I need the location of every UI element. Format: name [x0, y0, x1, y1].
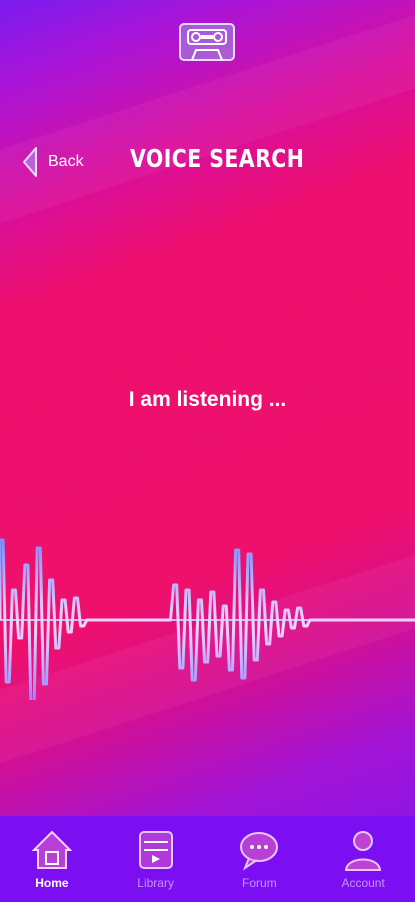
tab-forum[interactable]: Forum	[214, 816, 304, 890]
tab-label: Home	[35, 876, 69, 890]
tab-label: Library	[137, 876, 174, 890]
voice-waveform	[0, 538, 415, 700]
tab-account[interactable]: Account	[318, 816, 408, 890]
listening-status: I am listening ...	[128, 388, 287, 411]
back-button[interactable]: Back	[22, 146, 84, 178]
bottom-tab-bar: Home Library Forum Account	[0, 816, 415, 902]
account-icon	[345, 831, 382, 871]
home-icon	[31, 830, 73, 869]
tab-library[interactable]: Library	[111, 816, 201, 890]
page-title: VOICE SEARCH	[130, 144, 305, 173]
cassette-logo-icon	[179, 23, 235, 61]
tab-label: Account	[341, 876, 385, 890]
tab-home[interactable]: Home	[7, 816, 97, 890]
forum-icon	[240, 832, 279, 871]
library-icon	[138, 831, 173, 869]
back-label: Back	[48, 153, 84, 170]
chevron-left-icon	[23, 147, 37, 177]
tab-label: Forum	[242, 876, 277, 890]
